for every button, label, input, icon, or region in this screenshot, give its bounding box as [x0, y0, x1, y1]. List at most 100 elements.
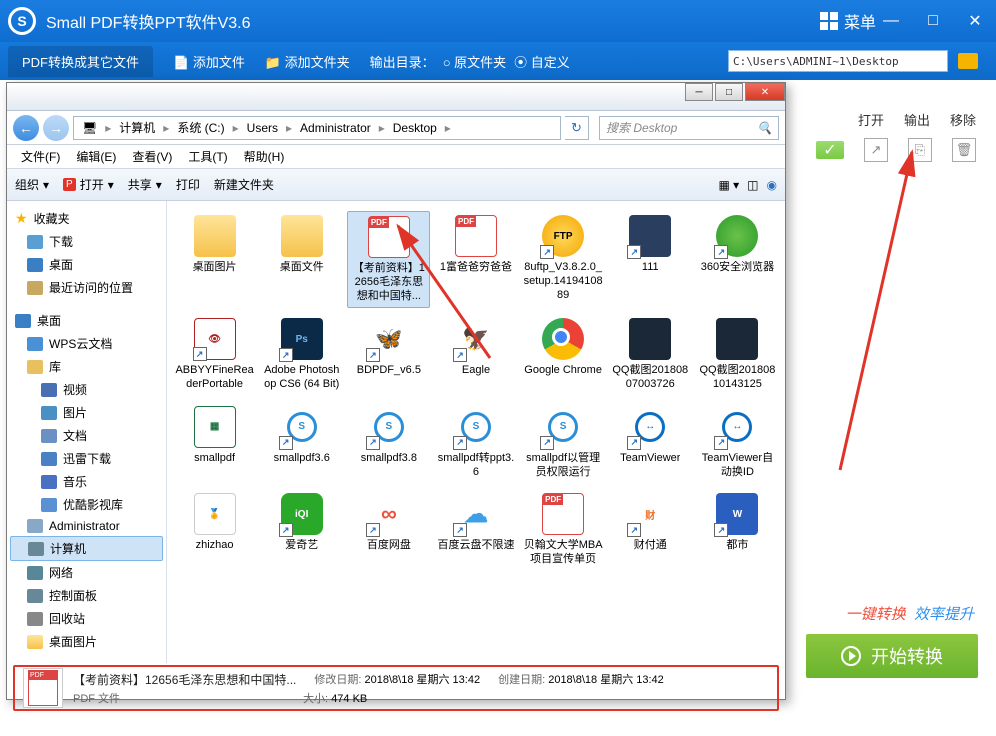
app-toolbar: PDF转换成其它文件 📄 添加文件 📁 添加文件夹 输出目录： ○ 原文件夹 ⦿… — [0, 42, 996, 80]
file-item[interactable]: QQ截图20180810143125 — [696, 314, 779, 396]
refresh-button[interactable]: ↻ — [565, 116, 589, 140]
dialog-maximize-button[interactable]: □ — [715, 83, 743, 101]
file-item[interactable]: Ssmallpdf3.8 — [347, 402, 430, 484]
add-folder-button[interactable]: 📁 添加文件夹 — [265, 52, 350, 71]
maximize-button[interactable]: □ — [912, 0, 954, 42]
file-item[interactable]: Ssmallpdf3.6 — [260, 402, 343, 484]
active-tab[interactable]: PDF转换成其它文件 — [8, 46, 153, 77]
search-icon: 🔍 — [757, 121, 772, 135]
menu-item[interactable]: 工具(T) — [182, 146, 233, 167]
sidebar-item[interactable]: 优酷影视库 — [7, 493, 166, 516]
file-item[interactable]: Ssmallpdf以管理员权限运行 — [522, 402, 605, 484]
file-open-dialog: ─ □ ✕ ← → 🖥▸计算机▸系统 (C:)▸Users▸Administra… — [6, 82, 786, 700]
breadcrumb-item[interactable]: Desktop — [389, 121, 441, 135]
view-icons-button[interactable]: ▦ ▾ — [718, 178, 739, 192]
dialog-minimize-button[interactable]: ─ — [685, 83, 713, 101]
start-convert-button[interactable]: 开始转换 — [806, 634, 978, 678]
help-icon[interactable]: ◉ — [767, 178, 777, 192]
menu-item[interactable]: 查看(V) — [126, 146, 178, 167]
share-button[interactable]: 共享 ▾ — [128, 176, 162, 193]
file-item[interactable]: 贝翰文大学MBA项目宣传单页 — [522, 489, 605, 571]
sidebar-item[interactable]: 下载 — [7, 230, 166, 253]
file-item[interactable]: PsAdobe Photoshop CS6 (64 Bit) — [260, 314, 343, 396]
file-item[interactable]: ∞百度网盘 — [347, 489, 430, 571]
sidebar-item[interactable]: 迅雷下载 — [7, 447, 166, 470]
remove-action[interactable]: 移除 — [950, 110, 976, 129]
breadcrumb-item[interactable]: 计算机 — [115, 119, 159, 136]
file-item[interactable]: 【考前资料】12656毛泽东思想和中国特... — [347, 211, 430, 308]
menu-item[interactable]: 编辑(E) — [70, 146, 122, 167]
breadcrumb[interactable]: 🖥▸计算机▸系统 (C:)▸Users▸Administrator▸Deskto… — [73, 116, 561, 140]
output-icon[interactable]: ⎘ — [908, 138, 932, 162]
file-item[interactable]: 360安全浏览器 — [696, 211, 779, 308]
menu-button[interactable]: 菜单 — [820, 9, 876, 33]
file-item[interactable]: W都市 — [696, 489, 779, 571]
sidebar-item[interactable]: 最近访问的位置 — [7, 276, 166, 299]
open-action[interactable]: 打开 — [858, 110, 884, 129]
file-item[interactable]: 111 — [609, 211, 692, 308]
file-item[interactable]: 财财付通 — [609, 489, 692, 571]
file-item[interactable]: 🦋BDPDF_v6.5 — [347, 314, 430, 396]
search-input[interactable]: 搜索 Desktop 🔍 — [599, 116, 779, 140]
start-label: 开始转换 — [871, 643, 943, 669]
sidebar-item[interactable]: 桌面 — [7, 309, 166, 332]
sidebar-item[interactable]: 网络 — [7, 561, 166, 584]
file-item[interactable]: 桌面文件 — [260, 211, 343, 308]
file-item[interactable]: FTP8uftp_V3.8.2.0_setup.1419410889 — [522, 211, 605, 308]
output-action[interactable]: 输出 — [904, 110, 930, 129]
print-button[interactable]: 打印 — [176, 176, 200, 193]
open-icon[interactable]: ↗ — [864, 138, 888, 162]
app-logo-icon: S — [8, 7, 36, 35]
dialog-titlebar[interactable]: ─ □ ✕ — [7, 83, 785, 111]
sidebar-item[interactable]: 桌面图片 — [7, 630, 166, 653]
file-item[interactable]: 🦅Eagle — [434, 314, 517, 396]
file-item[interactable]: 桌面图片 — [173, 211, 256, 308]
file-item[interactable]: iQI爱奇艺 — [260, 489, 343, 571]
breadcrumb-item[interactable]: Users — [243, 121, 282, 135]
app-title: Small PDF转换PPT软件V3.6 — [46, 9, 251, 33]
file-item[interactable]: QQ截图20180807003726 — [609, 314, 692, 396]
check-icon[interactable]: ✓ — [816, 141, 844, 159]
sidebar-item[interactable]: 库 — [7, 355, 166, 378]
add-file-button[interactable]: 📄 添加文件 — [173, 52, 245, 71]
output-path-input[interactable] — [728, 50, 948, 72]
file-item[interactable]: ↔TeamViewer自动换ID — [696, 402, 779, 484]
sidebar-item[interactable]: 计算机 — [10, 536, 163, 561]
sidebar-item[interactable]: 视频 — [7, 378, 166, 401]
radio-original-folder[interactable]: ○ 原文件夹 — [443, 52, 506, 71]
sidebar-item[interactable]: ★收藏夹 — [7, 207, 166, 230]
sidebar-item[interactable]: 音乐 — [7, 470, 166, 493]
file-item[interactable]: 1富爸爸穷爸爸 — [434, 211, 517, 308]
sidebar-item[interactable]: 文档 — [7, 424, 166, 447]
trash-icon[interactable]: 🗑 — [952, 138, 976, 162]
file-grid: 桌面图片桌面文件【考前资料】12656毛泽东思想和中国特...1富爸爸穷爸爸FT… — [167, 201, 785, 663]
breadcrumb-item[interactable]: 系统 (C:) — [173, 119, 228, 136]
preview-pane-button[interactable]: ◫ — [747, 178, 758, 192]
file-item[interactable]: Google Chrome — [522, 314, 605, 396]
sidebar-item[interactable]: 控制面板 — [7, 584, 166, 607]
nav-forward-button[interactable]: → — [43, 115, 69, 141]
file-item[interactable]: 👁ABBYYFineReaderPortable — [173, 314, 256, 396]
dialog-close-button[interactable]: ✕ — [745, 83, 785, 101]
new-folder-button[interactable]: 新建文件夹 — [214, 176, 274, 193]
radio-custom-folder[interactable]: ⦿ 自定义 — [514, 52, 570, 71]
file-item[interactable]: 🏅zhizhao — [173, 489, 256, 571]
menu-item[interactable]: 文件(F) — [15, 146, 66, 167]
sidebar-item[interactable]: Administrator — [7, 516, 166, 536]
close-button[interactable]: ✕ — [954, 0, 996, 42]
file-item[interactable]: ▦smallpdf — [173, 402, 256, 484]
minimize-button[interactable]: — — [870, 0, 912, 42]
breadcrumb-item[interactable]: Administrator — [296, 121, 375, 135]
sidebar-item[interactable]: 回收站 — [7, 607, 166, 630]
file-item[interactable]: Ssmallpdf转ppt3.6 — [434, 402, 517, 484]
organize-button[interactable]: 组织 ▾ — [15, 176, 49, 193]
sidebar-item[interactable]: WPS云文档 — [7, 332, 166, 355]
nav-back-button[interactable]: ← — [13, 115, 39, 141]
sidebar-item[interactable]: 桌面 — [7, 253, 166, 276]
file-item[interactable]: ☁百度云盘不限速 — [434, 489, 517, 571]
sidebar-item[interactable]: 图片 — [7, 401, 166, 424]
menu-item[interactable]: 帮助(H) — [238, 146, 291, 167]
open-button[interactable]: P 打开 ▾ — [63, 176, 114, 193]
file-item[interactable]: ↔TeamViewer — [609, 402, 692, 484]
browse-folder-icon[interactable] — [958, 53, 978, 69]
